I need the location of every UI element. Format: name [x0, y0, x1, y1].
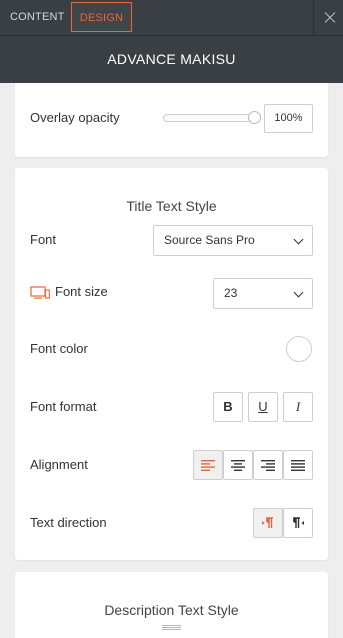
- align-justify-icon: [291, 460, 305, 471]
- description-text-style-heading: Description Text Style: [104, 602, 239, 618]
- align-left-button[interactable]: [193, 450, 223, 480]
- resize-handle[interactable]: [162, 625, 181, 630]
- close-icon[interactable]: [313, 0, 343, 35]
- align-justify-button[interactable]: [283, 450, 313, 480]
- text-direction-ltr-button[interactable]: [253, 508, 283, 538]
- underline-button[interactable]: U: [248, 392, 278, 422]
- font-format-label: Font format: [30, 399, 97, 414]
- tab-design[interactable]: DESIGN: [71, 2, 132, 32]
- panel-title: ADVANCE MAKISU: [107, 51, 236, 67]
- align-center-button[interactable]: [223, 450, 253, 480]
- chevron-down-icon: [293, 234, 304, 245]
- align-right-button[interactable]: [253, 450, 283, 480]
- text-direction-label: Text direction: [30, 515, 107, 530]
- overlay-opacity-input[interactable]: 100%: [264, 104, 313, 133]
- align-right-icon: [261, 460, 275, 471]
- tab-bar: CONTENT DESIGN: [0, 0, 343, 35]
- overlay-opacity-slider-handle[interactable]: [248, 111, 261, 124]
- overlay-opacity-slider[interactable]: [163, 114, 257, 122]
- font-size-select[interactable]: 23: [213, 278, 313, 309]
- panel-header: ADVANCE MAKISU: [0, 35, 343, 83]
- overlay-opacity-label: Overlay opacity: [30, 110, 120, 125]
- rtl-paragraph-icon: [293, 517, 304, 528]
- italic-button[interactable]: I: [283, 392, 313, 422]
- title-text-style-heading: Title Text Style: [126, 198, 217, 214]
- overlay-card: Overlay opacity 100%: [15, 83, 328, 157]
- text-direction-rtl-button[interactable]: [283, 508, 313, 538]
- align-center-icon: [231, 460, 245, 471]
- title-text-style-card: Title Text Style Font Source Sans Pro Fo…: [15, 168, 328, 560]
- responsive-device-icon[interactable]: [30, 286, 50, 300]
- font-select-value: Source Sans Pro: [164, 233, 255, 247]
- ltr-paragraph-icon: [262, 517, 273, 528]
- alignment-label: Alignment: [30, 457, 88, 472]
- bold-button[interactable]: B: [213, 392, 243, 422]
- font-size-value: 23: [224, 286, 238, 300]
- font-label: Font: [30, 232, 57, 247]
- chevron-down-icon: [293, 287, 304, 298]
- font-select[interactable]: Source Sans Pro: [153, 225, 313, 256]
- font-color-label: Font color: [30, 341, 88, 356]
- font-size-label: Font size: [55, 284, 108, 299]
- align-left-icon: [201, 460, 215, 471]
- font-color-picker[interactable]: [286, 336, 312, 362]
- tab-content[interactable]: CONTENT: [10, 2, 65, 32]
